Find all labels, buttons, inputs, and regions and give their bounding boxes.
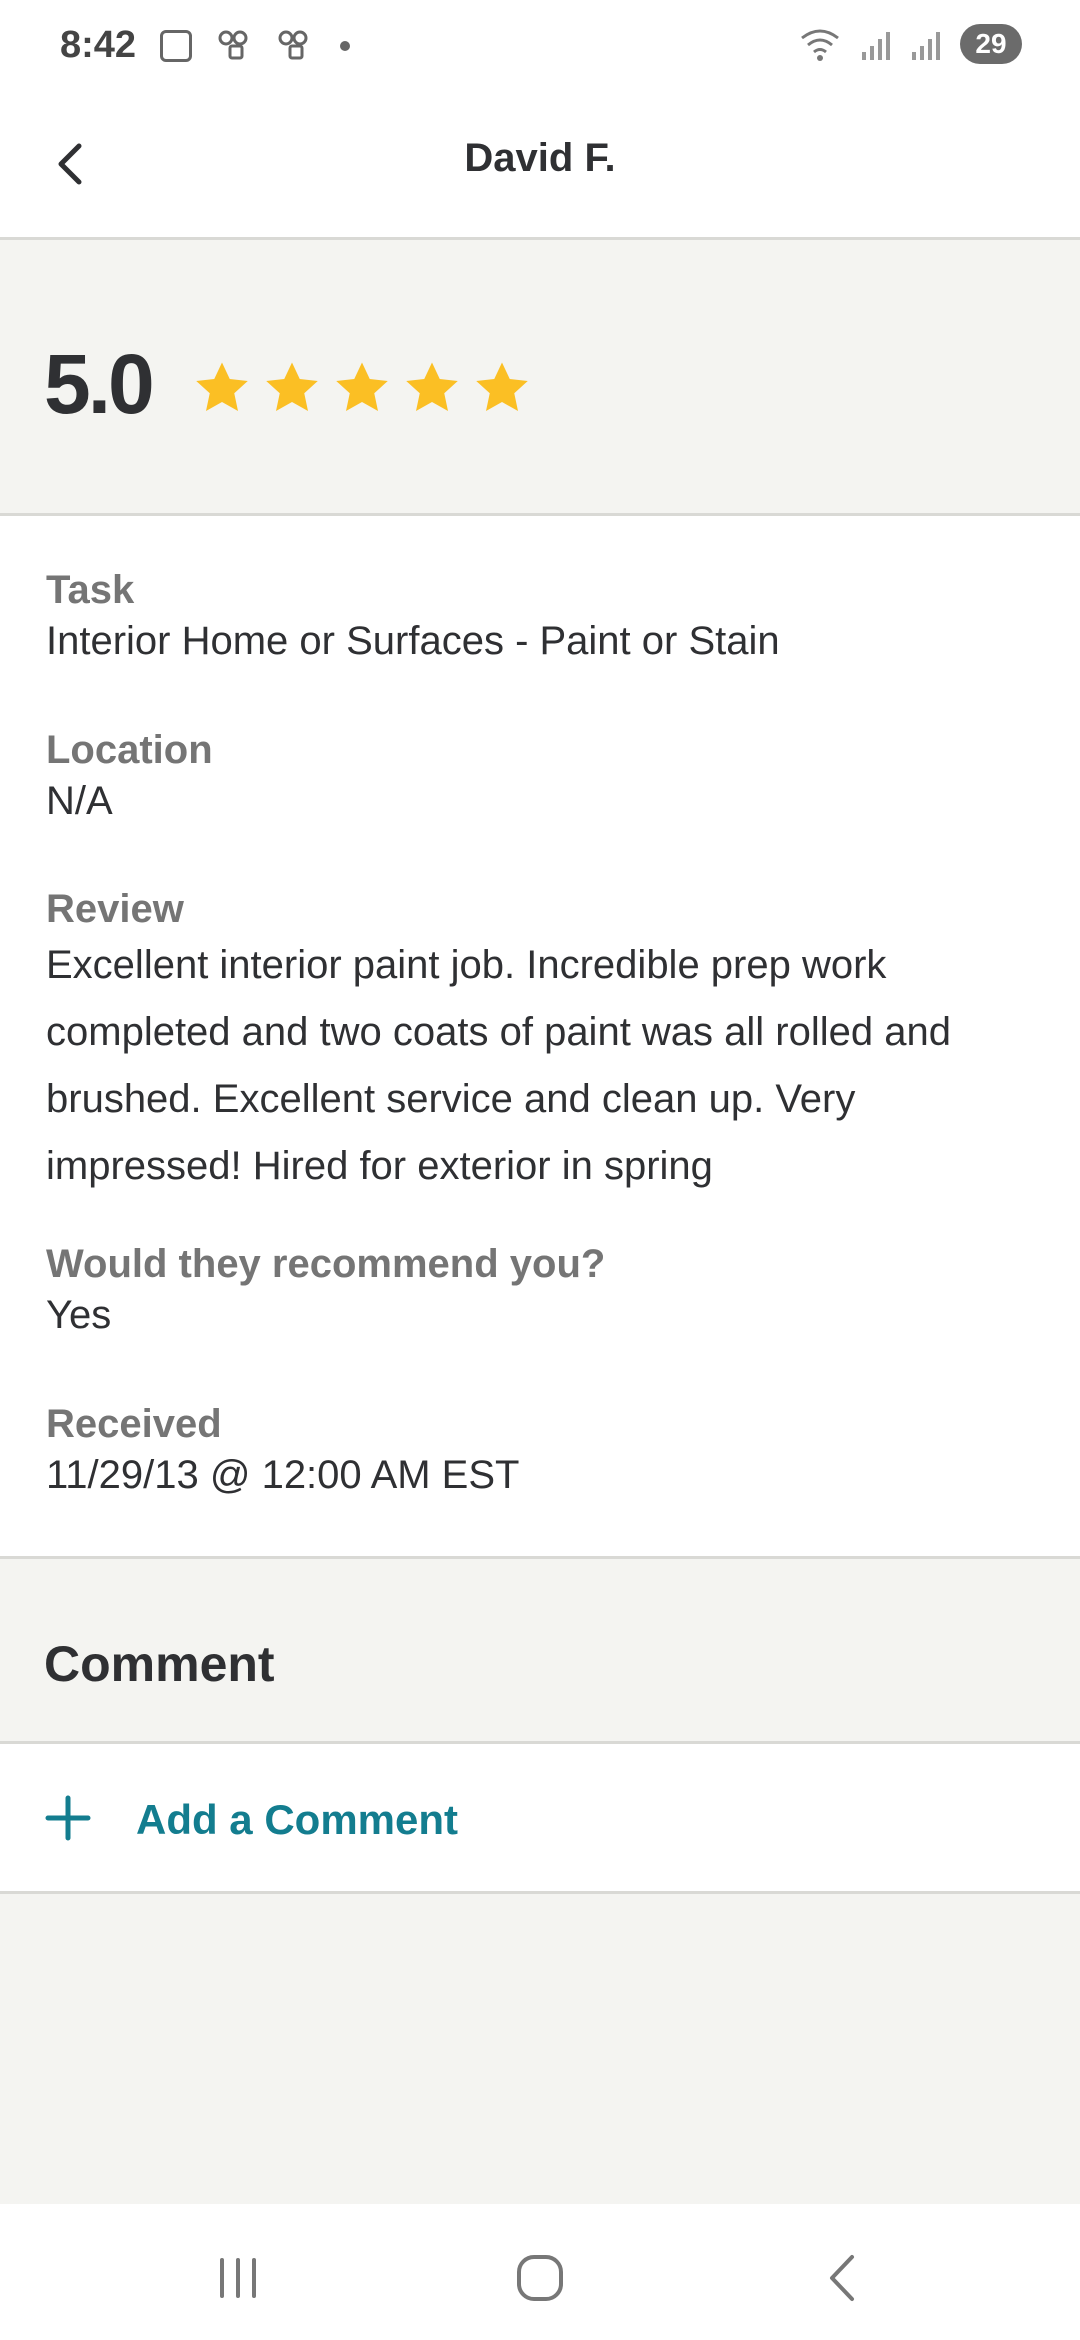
page-title: David F. xyxy=(464,136,616,180)
link-icon xyxy=(218,30,248,60)
location-field: Location N/A xyxy=(46,728,1046,824)
task-label: Task xyxy=(46,568,135,612)
app-header: David F. xyxy=(0,96,1080,240)
review-detail-screen: 8:42 29 David F. 5.0 Task Interior Home … xyxy=(0,0,1080,2340)
plus-icon xyxy=(45,1795,91,1841)
link-icon xyxy=(278,30,308,60)
add-comment-button[interactable]: Add a Comment xyxy=(0,1744,1080,1894)
system-nav-bar xyxy=(0,2204,1080,2340)
status-time: 8:42 xyxy=(60,24,137,66)
rating-value: 5.0 xyxy=(44,337,155,431)
received-label: Received xyxy=(46,1402,222,1446)
review-text: Excellent interior paint job. Incredible… xyxy=(46,943,951,1188)
recent-apps-button[interactable] xyxy=(208,2248,268,2308)
home-button[interactable] xyxy=(510,2248,570,2308)
review-label: Review xyxy=(46,887,184,931)
add-comment-label: Add a Comment xyxy=(136,1796,459,1843)
system-back-button[interactable] xyxy=(812,2248,872,2308)
battery-indicator: 29 xyxy=(960,24,1022,64)
rating-summary: 5.0 xyxy=(0,240,1080,516)
recommend-value: Yes xyxy=(46,1293,112,1337)
star-rating xyxy=(192,358,532,418)
task-field: Task Interior Home or Surfaces - Paint o… xyxy=(46,568,1046,664)
recommend-field: Would they recommend you? Yes xyxy=(46,1242,1046,1338)
notification-dot-icon xyxy=(340,41,350,51)
location-label: Location xyxy=(46,728,213,772)
review-field: Review Excellent interior paint job. Inc… xyxy=(46,887,1046,1200)
status-icons-right: 29 xyxy=(798,24,1022,64)
screenshot-icon xyxy=(160,30,192,62)
recent-apps-icon xyxy=(220,2258,256,2298)
star-icon xyxy=(266,362,318,411)
signal-icon xyxy=(862,32,890,60)
star-icon xyxy=(476,362,528,411)
comment-section-header: Comment xyxy=(0,1556,1080,1744)
signal-icon xyxy=(912,32,940,60)
empty-area xyxy=(0,1894,1080,2204)
wifi-icon xyxy=(801,29,839,61)
status-icons-left xyxy=(160,28,350,64)
location-value: N/A xyxy=(46,779,113,823)
comment-heading: Comment xyxy=(44,1636,275,1692)
received-field: Received 11/29/13 @ 12:00 AM EST xyxy=(46,1402,1046,1498)
received-value: 11/29/13 @ 12:00 AM EST xyxy=(46,1453,520,1497)
star-icon xyxy=(406,362,458,411)
recommend-label: Would they recommend you? xyxy=(46,1242,606,1286)
task-value: Interior Home or Surfaces - Paint or Sta… xyxy=(46,619,780,663)
star-icon xyxy=(336,362,388,411)
star-icon xyxy=(196,362,248,411)
back-icon xyxy=(830,2255,854,2301)
status-bar: 8:42 29 xyxy=(0,0,1080,96)
home-icon xyxy=(517,2255,563,2301)
